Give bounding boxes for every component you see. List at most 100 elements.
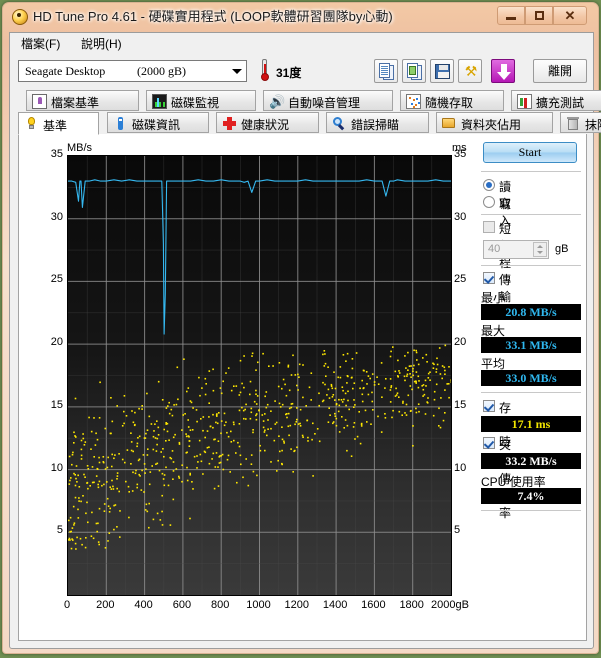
maximum-value: 33.1 MB/s [505,338,557,352]
tab-label: 健康狀況 [241,118,290,132]
bulb-icon [12,9,28,25]
checkbox-icon[interactable] [483,400,495,412]
tab-label: 自動噪音管理 [288,96,361,110]
client-area: 檔案(F) 說明(H) Seagate Desktop (2000 gB) 31… [9,32,601,649]
tab-disk-info[interactable]: 磁碟資訊 [107,112,209,133]
radio-button-icon[interactable] [483,196,495,208]
x-tick: 400 [134,599,153,611]
tab-label: 檔案基準 [51,96,100,110]
extra-tests-icon [517,94,532,109]
toolbar: Seagate Desktop (2000 gB) 31度 ⚒ 離開 [10,55,593,91]
tab-label: 磁碟監視 [171,96,220,110]
save-button[interactable] [430,59,454,83]
save-icon [435,64,450,79]
maximum-value-box: 33.1 MB/s [481,337,581,353]
title-bar[interactable]: HD Tune Pro 4.61 - 硬碟實用程式 (LOOP軟體研習團隊by心… [3,3,598,32]
x-tick: 600 [172,599,192,611]
y-tick-left: 10 [50,461,63,474]
folder-icon [442,116,457,131]
tab-benchmark[interactable]: 基準 [18,112,99,135]
y-tick-left: 15 [50,398,63,411]
drive-select-dropdown[interactable]: Seagate Desktop (2000 gB) [18,60,247,82]
exit-button[interactable]: 離開 [533,59,587,83]
menu-bar: 檔案(F) 說明(H) [10,33,593,55]
download-button[interactable] [491,59,515,83]
tab-label: 擴充測試 [536,96,585,110]
x-tick: 1400 [322,599,348,611]
plot-area [67,155,452,596]
random-access-icon [406,94,421,109]
access-time-value-box: 17.1 ms [481,416,581,432]
close-icon: ✕ [564,8,576,23]
speaker-icon: 🔊 [269,94,286,109]
info-icon [113,116,128,131]
x-tick: 800 [211,599,230,611]
cpu-usage-value-box: 7.4% [481,488,581,504]
thermometer-icon [259,59,270,83]
benchmark-panel: MB/s ms 5 10 15 20 25 30 35 5 10 15 20 25 30 35 0 200 40… [18,134,587,641]
checkbox-icon[interactable] [483,272,495,284]
drive-name-label: Seagate Desktop [25,64,106,78]
checkbox-icon[interactable] [483,221,495,233]
magnifier-icon [332,116,347,131]
menu-item-help[interactable]: 說明(H) [76,36,127,52]
disk-monitor-icon [152,94,167,109]
average-value-box: 33.0 MB/s [481,370,581,386]
drive-capacity-label: (2000 gB) [137,64,186,78]
trash-icon [566,116,581,131]
tab-label: 隨機存取 [425,96,474,110]
access-time-value: 17.1 ms [511,417,551,431]
burst-rate-value-box: 33.2 MB/s [481,453,581,469]
close-button[interactable]: ✕ [553,6,587,25]
health-cross-icon [222,116,237,131]
short-stroke-stepper[interactable]: 40 [483,240,549,259]
short-stroke-value[interactable]: 40 [488,243,500,255]
y-axis-label-left: MB/s [67,142,93,154]
tab-erase[interactable]: 抹除 [560,112,601,133]
radio-button-icon[interactable] [483,179,495,191]
settings-button[interactable]: ⚒ [458,59,482,83]
y-tick-left: 25 [50,273,63,286]
maximize-button[interactable] [525,6,553,25]
tab-disk-monitor[interactable]: 磁碟監視 [146,90,256,111]
tab-folder-usage[interactable]: 資料夾佔用 [436,112,553,133]
window-title: HD Tune Pro 4.61 - 硬碟實用程式 (LOOP軟體研習團隊by心… [33,9,393,24]
x-tick: 1600 [361,599,386,611]
copy-image-button[interactable] [402,59,426,83]
file-benchmark-icon [32,94,47,109]
tab-extra-tests[interactable]: 擴充測試 [511,90,601,111]
minimum-value: 20.8 MB/s [505,305,557,319]
minimize-button[interactable] [497,6,525,25]
menu-item-file[interactable]: 檔案(F) [16,36,65,52]
tab-label: 資料夾佔用 [461,118,522,132]
options-panel: Start 讀取 寫入 短行程 40 [481,140,583,635]
benchmark-chart: MB/s ms 5 10 15 20 25 30 35 5 10 15 20 25 30 35 0 200 40… [31,142,474,632]
minimum-value-box: 20.8 MB/s [481,304,581,320]
x-tick: 2000gB [431,599,469,611]
tab-file-benchmark[interactable]: 檔案基準 [26,90,139,111]
start-button[interactable]: Start [483,142,577,163]
tab-random-access[interactable]: 隨機存取 [400,90,504,111]
temperature-label: 31度 [276,66,302,80]
tab-health[interactable]: 健康狀況 [216,112,319,133]
copy-button[interactable] [374,59,398,83]
chevron-down-icon[interactable] [232,69,242,74]
tab-aam[interactable]: 🔊 自動噪音管理 [263,90,393,111]
stepper-arrows-icon[interactable] [533,242,547,257]
x-tick: 1200 [284,599,310,611]
tab-label: 錯誤掃瞄 [351,118,400,132]
tab-label: 磁碟資訊 [132,118,181,132]
x-tick: 1000 [246,599,271,611]
y-tick-left: 5 [56,524,63,537]
plot-svg [68,156,451,595]
settings-icon: ⚒ [464,63,478,79]
application-window: HD Tune Pro 4.61 - 硬碟實用程式 (LOOP軟體研習團隊by心… [2,2,601,654]
x-tick: 0 [63,599,71,611]
short-stroke-unit: gB [555,243,569,255]
cpu-usage-value: 7.4% [517,489,545,503]
tab-error-scan[interactable]: 錯誤掃瞄 [326,112,429,133]
checkbox-icon[interactable] [483,437,495,449]
tab-row-primary: 基準 磁碟資訊 健康狀況 錯誤掃瞄 資料夾佔用 抹除 [18,112,601,136]
y-tick-left: 20 [50,336,63,349]
y-tick-left: 35 [50,148,63,160]
